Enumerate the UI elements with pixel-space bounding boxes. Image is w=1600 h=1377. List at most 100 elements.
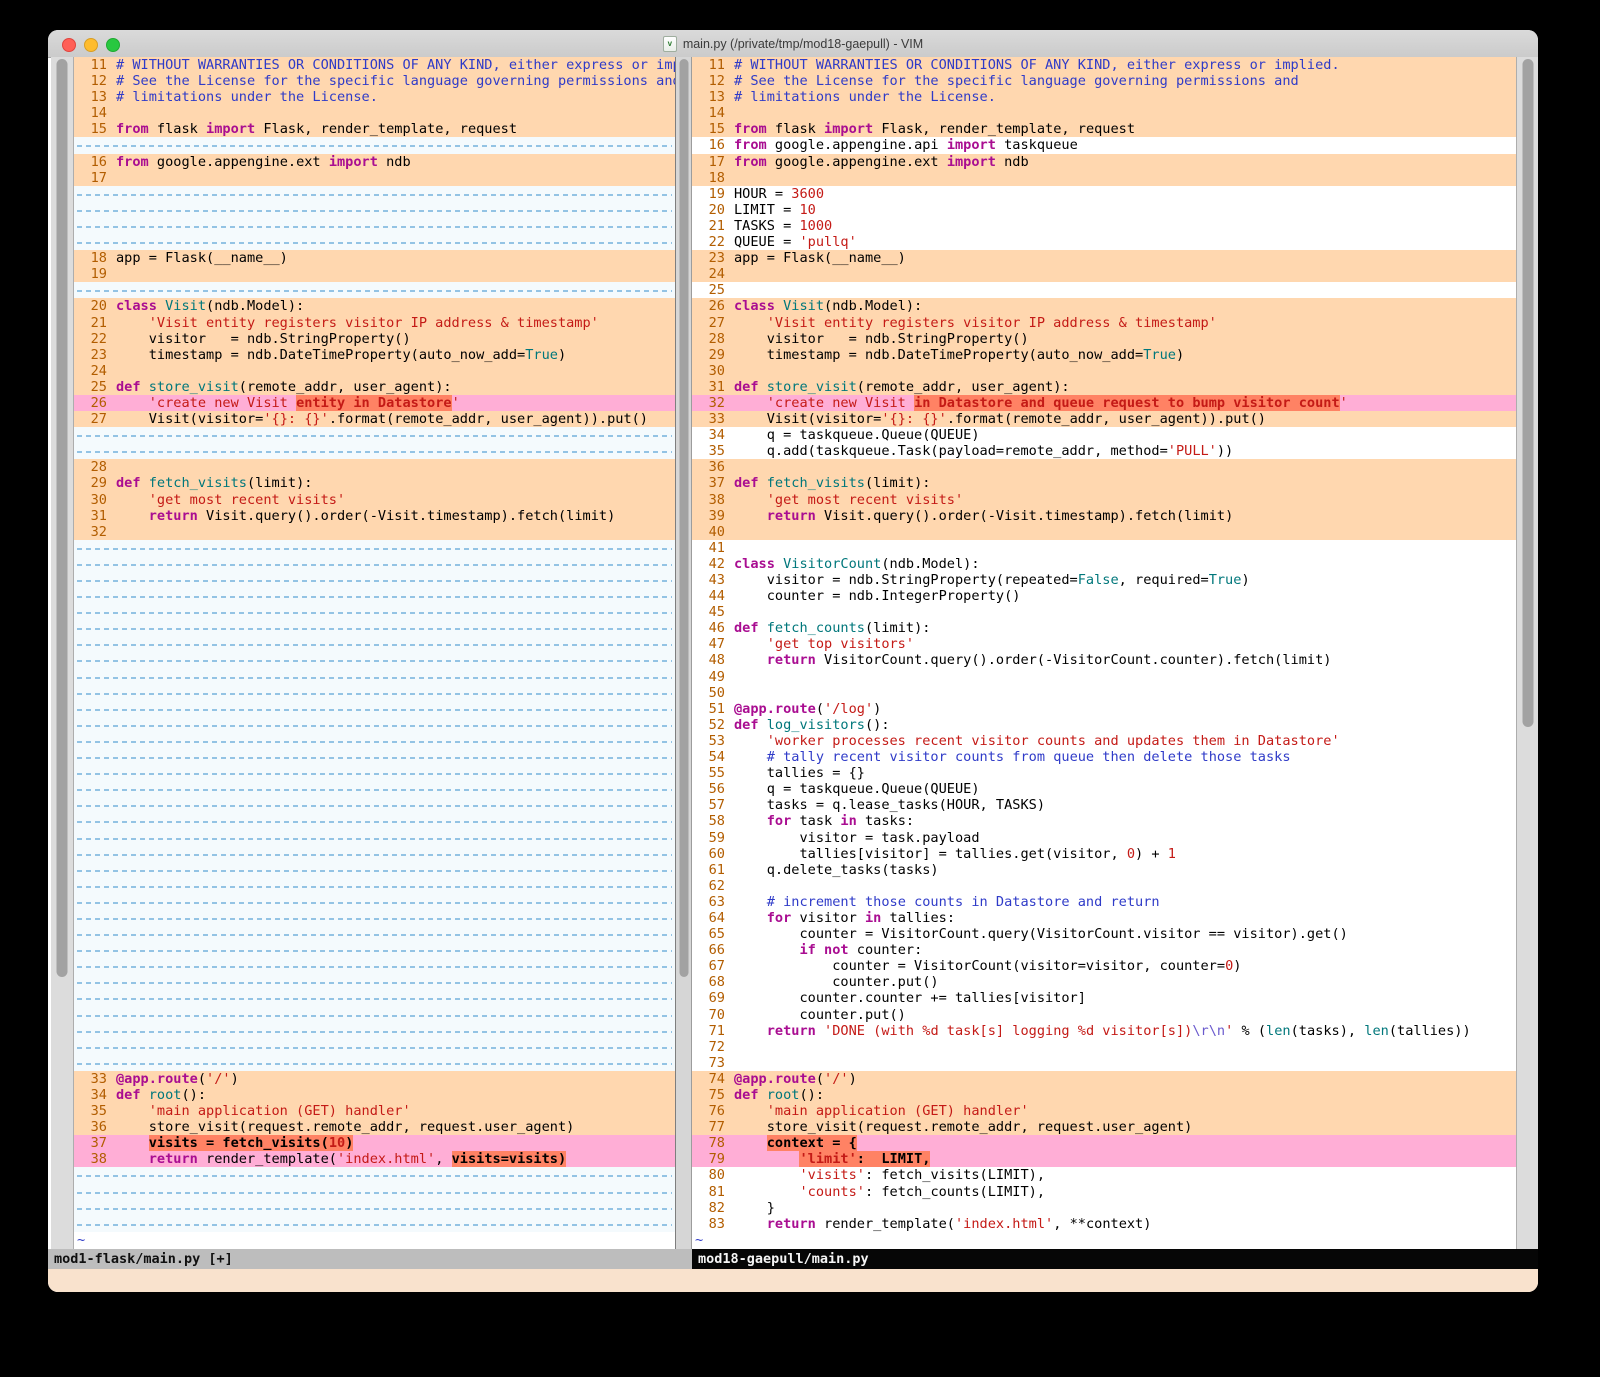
code-line[interactable]: 26 'create new Visit entity in Datastore…: [74, 395, 675, 411]
code-line[interactable]: 13# limitations under the License.: [74, 89, 675, 105]
right-scrollbar-thumb[interactable]: [1523, 59, 1534, 727]
code-line[interactable]: 11# WITHOUT WARRANTIES OR CONDITIONS OF …: [74, 57, 675, 73]
code-line[interactable]: 13# limitations under the License.: [692, 89, 1516, 105]
code-line[interactable]: 38 return render_template('index.html', …: [74, 1151, 675, 1167]
code-line[interactable]: 34def root():: [74, 1087, 675, 1103]
code-line[interactable]: 21TASKS = 1000: [692, 218, 1516, 234]
code-line[interactable]: 17from google.appengine.ext import ndb: [692, 154, 1516, 170]
code-line[interactable]: 15from flask import Flask, render_templa…: [692, 121, 1516, 137]
code-line[interactable]: 16from google.appengine.api import taskq…: [692, 137, 1516, 153]
code-line[interactable]: 56 q = taskqueue.Queue(QUEUE): [692, 781, 1516, 797]
code-line[interactable]: 80 'visits': fetch_visits(LIMIT),: [692, 1167, 1516, 1183]
code-line[interactable]: 37 visits = fetch_visits(10): [74, 1135, 675, 1151]
code-line[interactable]: 25def store_visit(remote_addr, user_agen…: [74, 379, 675, 395]
code-line[interactable]: 24: [692, 266, 1516, 282]
code-line[interactable]: 59 visitor = task.payload: [692, 830, 1516, 846]
code-line[interactable]: 33 Visit(visitor='{}: {}'.format(remote_…: [692, 411, 1516, 427]
code-line[interactable]: 35 q.add(taskqueue.Task(payload=remote_a…: [692, 443, 1516, 459]
code-line[interactable]: 48 return VisitorCount.query().order(-Vi…: [692, 652, 1516, 668]
code-line[interactable]: 62: [692, 878, 1516, 894]
code-line[interactable]: 16from google.appengine.ext import ndb: [74, 154, 675, 170]
code-line[interactable]: 40: [692, 524, 1516, 540]
code-line[interactable]: 79 'limit': LIMIT,: [692, 1151, 1516, 1167]
code-line[interactable]: 42class VisitorCount(ndb.Model):: [692, 556, 1516, 572]
code-line[interactable]: 36: [692, 459, 1516, 475]
code-line[interactable]: 70 counter.put(): [692, 1007, 1516, 1023]
code-line[interactable]: 36 store_visit(request.remote_addr, requ…: [74, 1119, 675, 1135]
left-editor-pane[interactable]: 11# WITHOUT WARRANTIES OR CONDITIONS OF …: [74, 57, 675, 1249]
code-line[interactable]: 43 visitor = ndb.StringProperty(repeated…: [692, 572, 1516, 588]
code-line[interactable]: 30: [692, 363, 1516, 379]
code-line[interactable]: 33@app.route('/'): [74, 1071, 675, 1087]
code-line[interactable]: 68 counter.put(): [692, 974, 1516, 990]
code-line[interactable]: 67 counter = VisitorCount(visitor=visito…: [692, 958, 1516, 974]
code-line[interactable]: 71 return 'DONE (with %d task[s] logging…: [692, 1023, 1516, 1039]
code-line[interactable]: 19: [74, 266, 675, 282]
code-line[interactable]: 18app = Flask(__name__): [74, 250, 675, 266]
code-line[interactable]: 51@app.route('/log'): [692, 701, 1516, 717]
code-line[interactable]: 12# See the License for the specific lan…: [74, 73, 675, 89]
code-line[interactable]: 58 for task in tasks:: [692, 813, 1516, 829]
code-line[interactable]: 57 tasks = q.lease_tasks(HOUR, TASKS): [692, 797, 1516, 813]
code-line[interactable]: 39 return Visit.query().order(-Visit.tim…: [692, 508, 1516, 524]
code-line[interactable]: 45: [692, 604, 1516, 620]
code-line[interactable]: 22 visitor = ndb.StringProperty(): [74, 331, 675, 347]
middle-scrollbar[interactable]: [675, 57, 692, 1249]
code-line[interactable]: 44 counter = ndb.IntegerProperty(): [692, 588, 1516, 604]
code-line[interactable]: 12# See the License for the specific lan…: [692, 73, 1516, 89]
minimize-button[interactable]: [84, 38, 98, 52]
code-line[interactable]: 74@app.route('/'): [692, 1071, 1516, 1087]
code-line[interactable]: 61 q.delete_tasks(tasks): [692, 862, 1516, 878]
code-line[interactable]: 20LIMIT = 10: [692, 202, 1516, 218]
code-line[interactable]: 54 # tally recent visitor counts from qu…: [692, 749, 1516, 765]
code-line[interactable]: 37def fetch_visits(limit):: [692, 475, 1516, 491]
code-line[interactable]: 21 'Visit entity registers visitor IP ad…: [74, 315, 675, 331]
left-scrollbar[interactable]: [51, 57, 74, 1249]
close-button[interactable]: [62, 38, 76, 52]
code-line[interactable]: 50: [692, 685, 1516, 701]
code-line[interactable]: 19HOUR = 3600: [692, 186, 1516, 202]
code-line[interactable]: 63 # increment those counts in Datastore…: [692, 894, 1516, 910]
code-line[interactable]: 38 'get most recent visits': [692, 492, 1516, 508]
code-line[interactable]: 69 counter.counter += tallies[visitor]: [692, 990, 1516, 1006]
zoom-button[interactable]: [106, 38, 120, 52]
code-line[interactable]: 76 'main application (GET) handler': [692, 1103, 1516, 1119]
code-line[interactable]: 35 'main application (GET) handler': [74, 1103, 675, 1119]
code-line[interactable]: 65 counter = VisitorCount.query(VisitorC…: [692, 926, 1516, 942]
middle-scrollbar-thumb[interactable]: [679, 59, 688, 977]
code-line[interactable]: 78 context = {: [692, 1135, 1516, 1151]
left-scrollbar-thumb[interactable]: [57, 59, 68, 977]
code-line[interactable]: 28 visitor = ndb.StringProperty(): [692, 331, 1516, 347]
code-line[interactable]: 27 Visit(visitor='{}: {}'.format(remote_…: [74, 411, 675, 427]
code-line[interactable]: 49: [692, 669, 1516, 685]
code-line[interactable]: 52def log_visitors():: [692, 717, 1516, 733]
code-line[interactable]: 75def root():: [692, 1087, 1516, 1103]
code-line[interactable]: 27 'Visit entity registers visitor IP ad…: [692, 315, 1516, 331]
code-line[interactable]: 73: [692, 1055, 1516, 1071]
code-line[interactable]: 31 return Visit.query().order(-Visit.tim…: [74, 508, 675, 524]
code-line[interactable]: 11# WITHOUT WARRANTIES OR CONDITIONS OF …: [692, 57, 1516, 73]
code-line[interactable]: 53 'worker processes recent visitor coun…: [692, 733, 1516, 749]
code-line[interactable]: 46def fetch_counts(limit):: [692, 620, 1516, 636]
code-line[interactable]: 72: [692, 1039, 1516, 1055]
code-line[interactable]: 29def fetch_visits(limit):: [74, 475, 675, 491]
code-line[interactable]: 20class Visit(ndb.Model):: [74, 298, 675, 314]
titlebar[interactable]: v main.py (/private/tmp/mod18-gaepull) -…: [48, 30, 1538, 58]
code-line[interactable]: 81 'counts': fetch_counts(LIMIT),: [692, 1184, 1516, 1200]
code-line[interactable]: 17: [74, 170, 675, 186]
code-line[interactable]: 41: [692, 540, 1516, 556]
code-line[interactable]: 24: [74, 363, 675, 379]
code-line[interactable]: 15from flask import Flask, render_templa…: [74, 121, 675, 137]
code-line[interactable]: 23 timestamp = ndb.DateTimeProperty(auto…: [74, 347, 675, 363]
code-line[interactable]: 22QUEUE = 'pullq': [692, 234, 1516, 250]
code-line[interactable]: 25: [692, 282, 1516, 298]
code-line[interactable]: 23app = Flask(__name__): [692, 250, 1516, 266]
code-line[interactable]: 47 'get top visitors': [692, 636, 1516, 652]
code-line[interactable]: 26class Visit(ndb.Model):: [692, 298, 1516, 314]
code-line[interactable]: 14: [74, 105, 675, 121]
code-line[interactable]: 64 for visitor in tallies:: [692, 910, 1516, 926]
code-line[interactable]: 14: [692, 105, 1516, 121]
code-line[interactable]: 32 'create new Visit in Datastore and qu…: [692, 395, 1516, 411]
code-line[interactable]: 66 if not counter:: [692, 942, 1516, 958]
code-line[interactable]: 83 return render_template('index.html', …: [692, 1216, 1516, 1232]
